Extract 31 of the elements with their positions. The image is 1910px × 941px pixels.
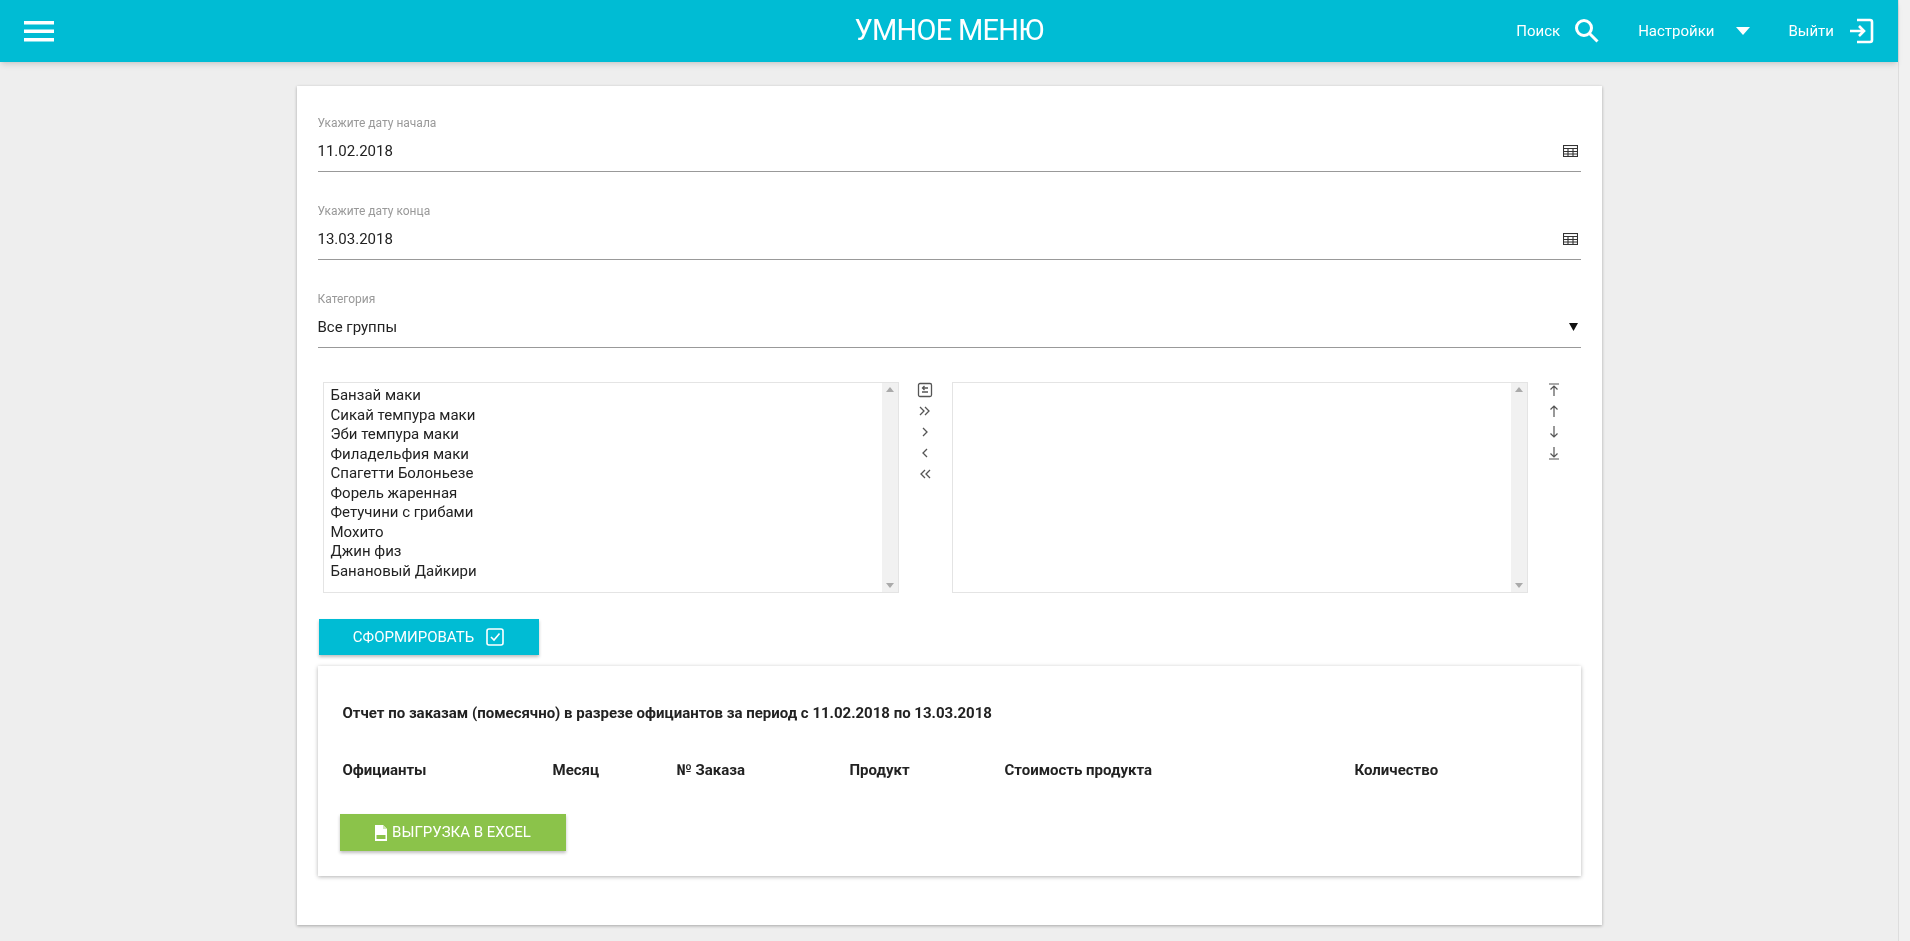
column-header: Продукт [849,760,910,779]
logout-icon [1848,18,1874,44]
caret-down-icon [1736,27,1751,35]
list-item[interactable]: Банзай маки [330,386,421,406]
checkbox-icon [486,628,505,646]
report-title: Отчет по заказам (помесячно) в разрезе официантов за период с 11.02.2018 по 13.03.2018 [342,703,992,724]
swap-icon[interactable] [917,382,934,398]
category-select[interactable]: Категория Все группы [317,290,1581,348]
column-header: Официанты [342,760,427,779]
list-item[interactable]: Банановый Дайкири [330,561,477,581]
column-header: Количество [1354,760,1439,779]
column-header: № Заказа [676,760,745,779]
xls-file-icon [374,824,389,841]
list-item[interactable]: Эби темпура маки [330,425,459,445]
list-item[interactable]: Джин физ [330,542,402,562]
available-list[interactable]: Банзай маки Сикай темпура маки Эби темпура маки Филадельфия маки Спагетти Болоньезе Форель жаренная Фетучини с грибами Мохито Джин физ Банановый Дайкири [322,382,899,593]
app-title: УМНОЕ МЕНЮ [854,12,1044,50]
column-header: Стоимость продукта [1004,760,1152,779]
list-item[interactable]: Филадельфия маки [330,444,469,464]
calendar-icon[interactable] [1562,145,1578,158]
date-field[interactable]: Укажите дату начала 11.02.2018 [317,114,1581,172]
date-field[interactable]: Укажите дату конца 13.03.2018 [317,202,1581,260]
search-icon [1574,18,1601,44]
list-item[interactable]: Форель жаренная [330,483,458,503]
dropdown-arrow-icon[interactable] [1568,323,1578,332]
list-item[interactable]: Сикай темпура маки [330,405,476,425]
list-item[interactable]: Фетучини с грибами [330,503,474,523]
column-header: Месяц [552,760,600,779]
list-item[interactable]: Спагетти Болоньезе [330,464,474,484]
calendar-icon[interactable] [1562,233,1578,246]
list-item[interactable]: Мохито [330,522,384,542]
